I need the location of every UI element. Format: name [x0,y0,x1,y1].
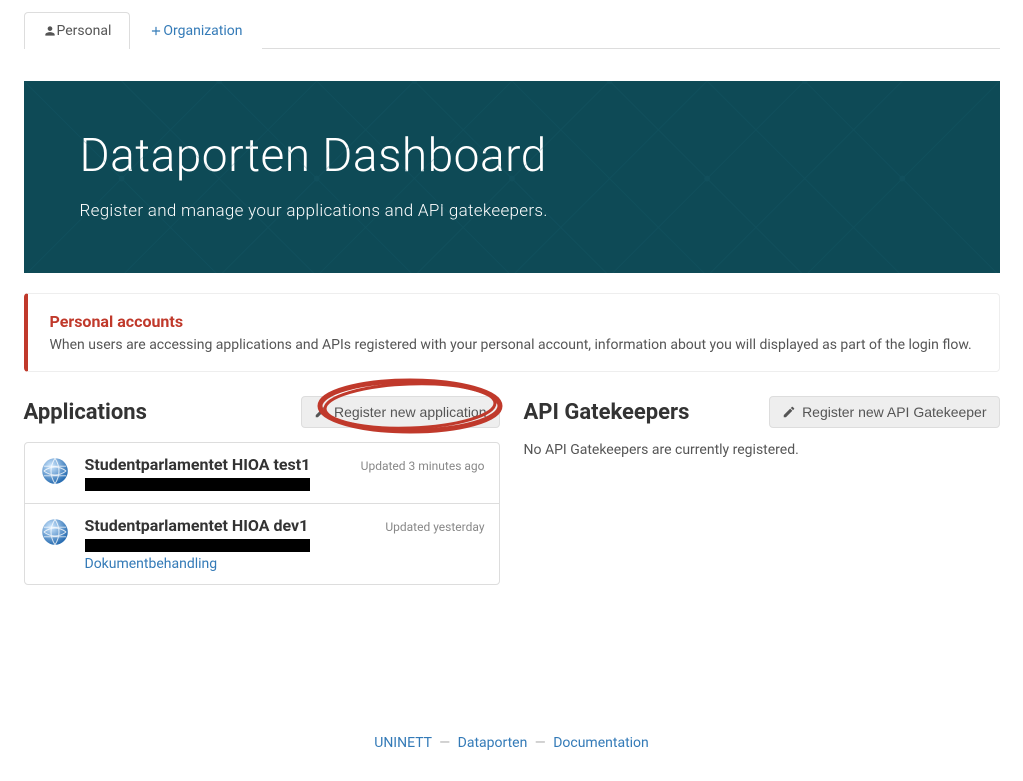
user-icon [43,24,57,38]
footer-link-documentation[interactable]: Documentation [553,735,649,751]
plus-icon [149,24,163,38]
edit-icon [314,405,328,419]
edit-icon [782,405,796,419]
gatekeepers-section: API Gatekeepers Register new API Gatekee… [524,396,1000,585]
applications-heading: Applications [24,400,147,425]
footer-sep: — [535,735,546,751]
application-tag: Dokumentbehandling [85,556,485,572]
register-new-application-label: Register new application [334,404,487,420]
application-tag-link[interactable]: Dokumentbehandling [85,556,218,572]
application-redacted [85,539,310,552]
applications-section: Applications Register new application [24,396,500,585]
globe-icon [39,516,71,548]
register-new-application-button[interactable]: Register new application [301,396,500,428]
hero-subtitle: Register and manage your applications an… [80,201,944,221]
gatekeepers-empty: No API Gatekeepers are currently registe… [524,442,1000,458]
register-new-gatekeeper-button[interactable]: Register new API Gatekeeper [769,396,999,428]
tabs: Personal Organization [24,12,1000,49]
footer-sep: — [439,735,450,751]
gatekeepers-heading: API Gatekeepers [524,400,690,425]
tab-organization[interactable]: Organization [130,12,261,49]
footer-link-uninett[interactable]: UNINETT [374,735,432,751]
register-new-gatekeeper-label: Register new API Gatekeeper [802,404,986,420]
application-list: Studentparlamentet HIOA test1 Updated 3 … [24,442,500,585]
hero-title: Dataporten Dashboard [80,129,944,183]
hero: Dataporten Dashboard Register and manage… [24,81,1000,273]
notice-panel: Personal accounts When users are accessi… [24,293,1000,372]
tab-organization-label: Organization [163,23,242,39]
application-updated: Updated yesterday [385,520,484,534]
tab-personal[interactable]: Personal [24,12,131,49]
notice-text: When users are accessing applications an… [50,337,977,353]
tab-personal-label: Personal [57,23,112,39]
footer: UNINETT — Dataporten — Documentation [24,715,1000,781]
notice-title: Personal accounts [50,312,977,331]
application-item[interactable]: Studentparlamentet HIOA test1 Updated 3 … [25,443,499,503]
application-title: Studentparlamentet HIOA dev1 [85,516,309,535]
application-item[interactable]: Studentparlamentet HIOA dev1 Updated yes… [25,503,499,584]
application-redacted [85,478,310,491]
application-title: Studentparlamentet HIOA test1 [85,455,311,474]
footer-link-dataporten[interactable]: Dataporten [458,735,528,751]
application-updated: Updated 3 minutes ago [361,459,485,473]
globe-icon [39,455,71,487]
